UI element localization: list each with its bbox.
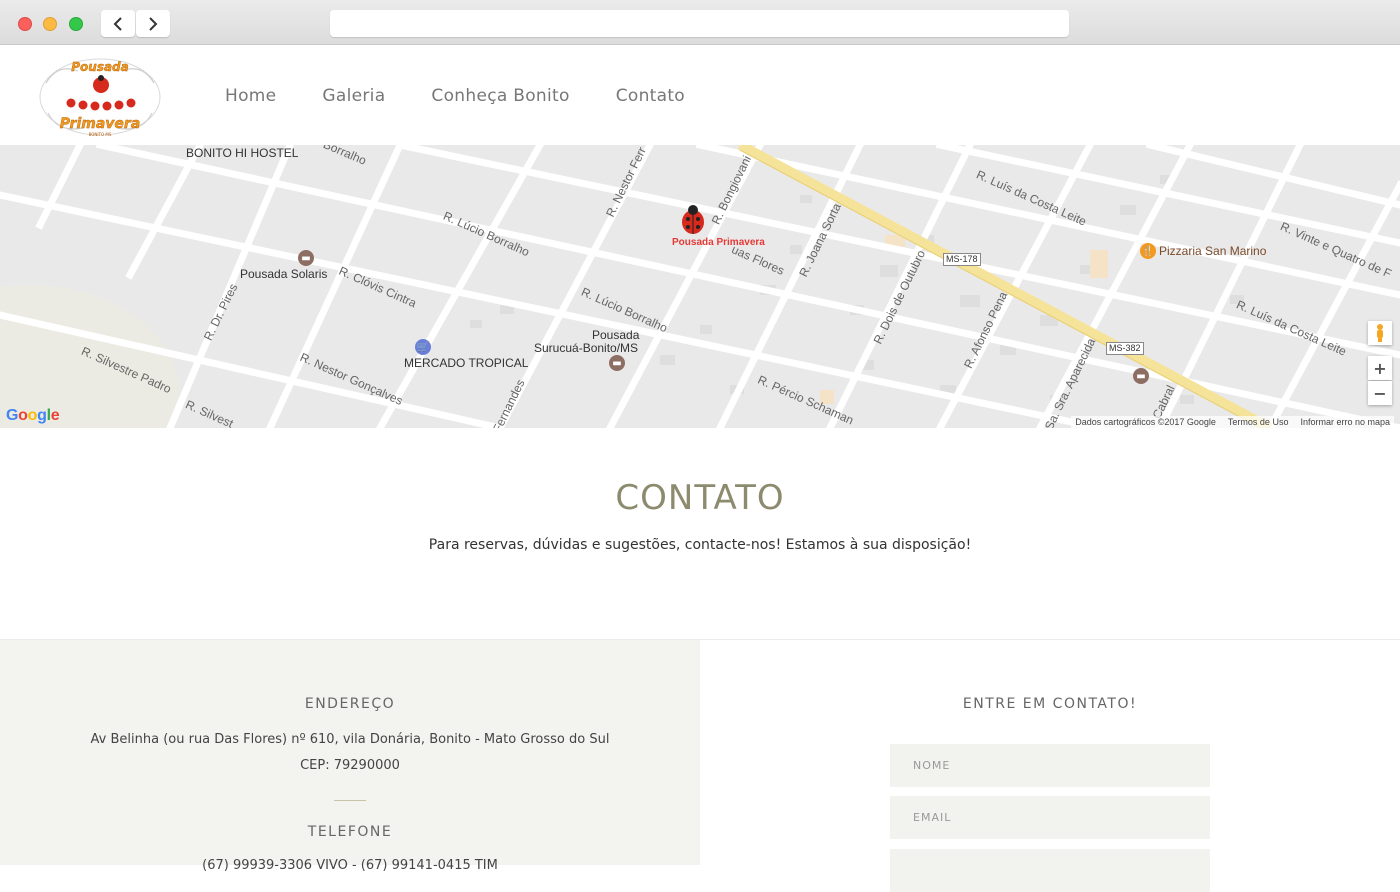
email-placeholder: EMAIL <box>913 811 952 824</box>
page-title: CONTATO <box>615 478 785 518</box>
street-view-pegman-icon[interactable] <box>1368 321 1392 345</box>
lodging-icon[interactable]: ▬ <box>298 250 314 266</box>
restaurant-icon[interactable]: 🍴 <box>1140 243 1156 259</box>
separator <box>334 800 366 801</box>
nome-placeholder: NOME <box>913 759 951 772</box>
zoom-in-button[interactable]: + <box>1368 356 1392 380</box>
map-label-mercado[interactable]: MERCADO TROPICAL <box>404 356 528 370</box>
contact-form-panel: ENTRE EM CONTATO! NOME EMAIL <box>700 640 1400 892</box>
terms-link[interactable]: Termos de Uso <box>1228 417 1289 427</box>
nome-field[interactable]: NOME <box>890 744 1210 787</box>
highway-shield: MS-178 <box>943 253 981 266</box>
map-data-credit: Dados cartográficos ©2017 Google <box>1075 417 1216 427</box>
close-window-button[interactable] <box>18 17 32 31</box>
map-label-surucua-2[interactable]: Surucuá-Bonito/MS <box>534 341 638 355</box>
maximize-window-button[interactable] <box>69 17 83 31</box>
minimize-window-button[interactable] <box>43 17 57 31</box>
nav-conheca-bonito[interactable]: Conheça Bonito <box>431 86 569 106</box>
chevron-left-icon <box>113 16 122 31</box>
zoom-out-button[interactable]: − <box>1368 381 1392 405</box>
lodging-icon[interactable]: ▬ <box>609 355 625 371</box>
back-button[interactable] <box>101 10 135 37</box>
cep-line: CEP: 79290000 <box>300 758 400 773</box>
nav-contato[interactable]: Contato <box>616 86 685 106</box>
site-logo[interactable]: Pousada Primavera BONITO MS <box>38 53 162 139</box>
forward-button[interactable] <box>136 10 170 37</box>
ladybug-logo-icon: Pousada Primavera BONITO MS <box>39 58 161 137</box>
site-header: Pousada Primavera BONITO MS Home Galeria… <box>0 45 1400 145</box>
report-error-link[interactable]: Informar erro no mapa <box>1300 417 1390 427</box>
nav-home[interactable]: Home <box>225 86 276 106</box>
map-label-pizzaria[interactable]: Pizzaria San Marino <box>1159 244 1266 258</box>
map-label-surucua-1[interactable]: Pousada <box>592 328 639 342</box>
plus-icon: + <box>1373 358 1387 378</box>
telefone-heading: TELEFONE <box>307 824 393 840</box>
map-label-solaris[interactable]: Pousada Solaris <box>240 267 327 281</box>
main-nav: Home Galeria Conheça Bonito Contato <box>225 86 731 106</box>
form-heading: ENTRE EM CONTATO! <box>962 696 1138 712</box>
address-panel: ENDEREÇO Av Belinha (ou rua Das Flores) … <box>0 640 700 873</box>
map-attribution: Dados cartográficos ©2017 Google Termos … <box>1071 416 1394 428</box>
logo-text-bottom: Primavera <box>60 116 141 132</box>
chevron-right-icon <box>149 16 158 31</box>
endereco-line: Av Belinha (ou rua Das Flores) nº 610, v… <box>90 732 610 747</box>
endereco-heading: ENDEREÇO <box>304 696 396 712</box>
map-roads <box>0 145 1400 428</box>
browser-toolbar <box>0 0 1400 45</box>
next-field[interactable] <box>890 849 1210 892</box>
page-subtitle: Para reservas, dúvidas e sugestões, cont… <box>428 537 972 553</box>
address-bar[interactable] <box>330 10 1069 37</box>
highway-shield: MS-382 <box>1106 342 1144 355</box>
telefone-line: (67) 99939-3306 VIVO - (67) 99141-0415 T… <box>202 858 498 873</box>
google-logo[interactable]: Google <box>6 407 60 425</box>
ladybug-pin-icon[interactable] <box>676 203 710 237</box>
google-map[interactable]: BONITO HI HOSTEL io Borralho ▬ Pousada S… <box>0 145 1400 428</box>
minus-icon: − <box>1373 383 1387 403</box>
shopping-cart-icon[interactable]: 🛒 <box>415 339 431 355</box>
map-label-hostel[interactable]: BONITO HI HOSTEL <box>186 146 298 160</box>
nav-galeria[interactable]: Galeria <box>322 86 385 106</box>
map-label-pin[interactable]: Pousada Primavera <box>672 237 765 248</box>
email-field[interactable]: EMAIL <box>890 796 1210 839</box>
logo-text-small: BONITO MS <box>89 132 112 137</box>
lodging-icon[interactable]: ▬ <box>1133 368 1149 384</box>
logo-text-top: Pousada <box>71 60 129 74</box>
